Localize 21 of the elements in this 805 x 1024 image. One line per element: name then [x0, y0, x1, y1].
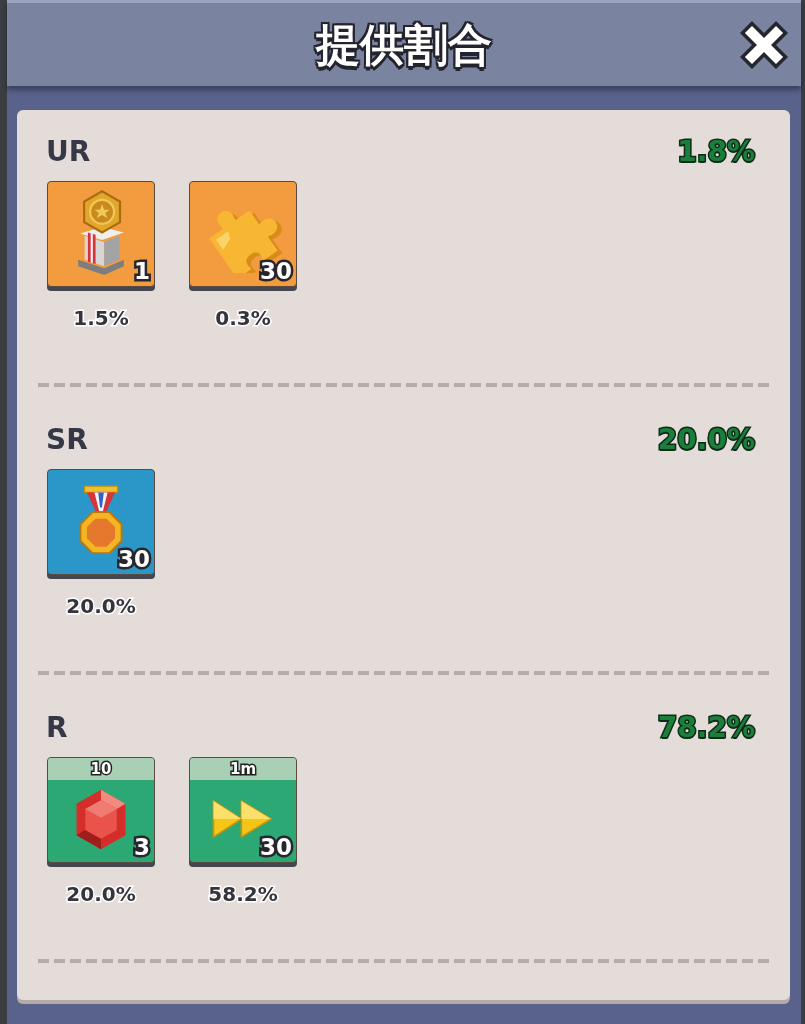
- value-band: 1m: [190, 758, 296, 780]
- tier-rate: 1.8%: [677, 135, 755, 169]
- item-rate: 0.3%: [215, 305, 271, 331]
- value-band: 10: [48, 758, 154, 780]
- item-rate: 20.0%: [66, 593, 136, 619]
- tier-label: R: [46, 711, 68, 745]
- item-count: 30: [260, 834, 292, 860]
- tier-rate: 20.0%: [657, 423, 755, 457]
- close-icon: [739, 19, 789, 70]
- item-rate: 1.5%: [73, 305, 129, 331]
- tier-label: UR: [46, 135, 91, 169]
- item-count: 30: [260, 258, 292, 284]
- item-count: 3: [134, 834, 150, 860]
- item-count: 30: [118, 546, 150, 572]
- medal-stand-icon: [76, 189, 126, 275]
- item-count: 1: [134, 258, 150, 284]
- item-rate: 20.0%: [66, 881, 136, 907]
- item-rate: 58.2%: [208, 881, 278, 907]
- tier-rate: 78.2%: [657, 711, 755, 745]
- tier-label: SR: [46, 423, 88, 457]
- window-title: 提供割合: [316, 17, 492, 72]
